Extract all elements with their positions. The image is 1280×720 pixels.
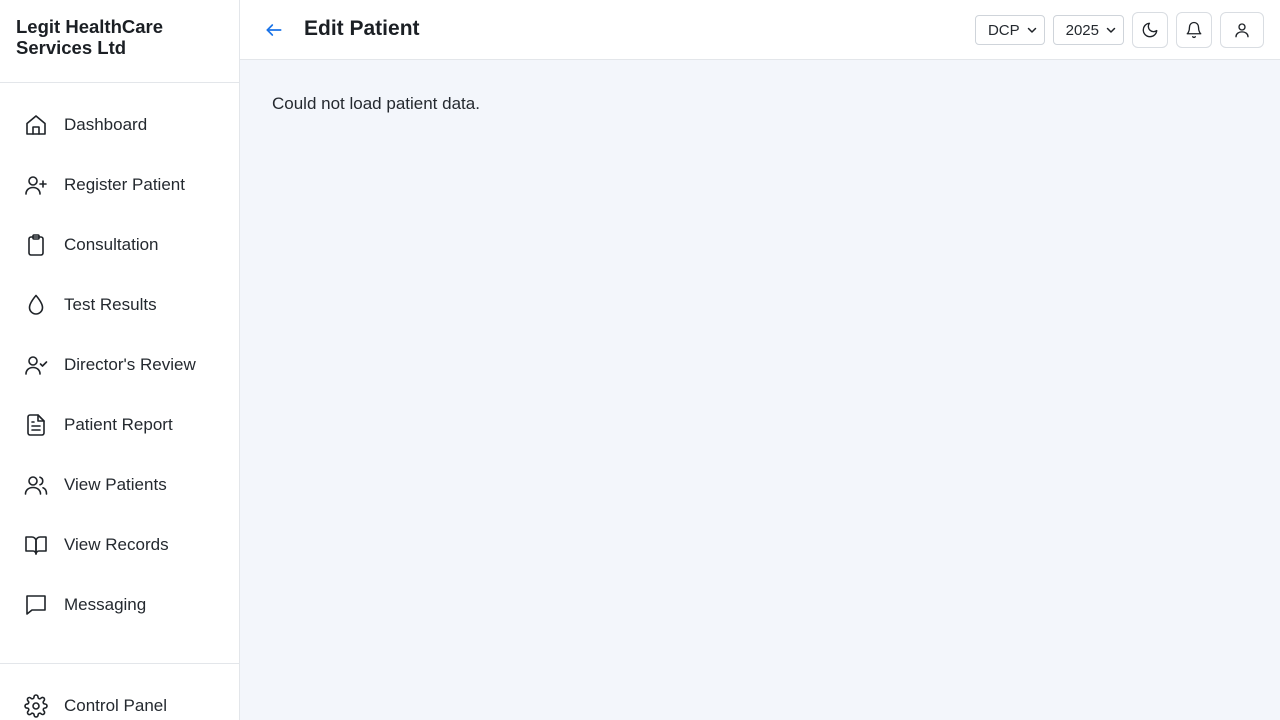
- sidebar-item-label: Register Patient: [64, 175, 185, 194]
- message-square-icon: [24, 593, 48, 617]
- sidebar-item-view-records[interactable]: View Records: [0, 515, 239, 575]
- file-text-icon: [24, 413, 48, 437]
- sidebar-item-label: Director's Review: [64, 355, 196, 374]
- sidebar-item-messaging[interactable]: Messaging: [0, 575, 239, 635]
- page-title: Edit Patient: [304, 17, 420, 40]
- sidebar-item-dashboard[interactable]: Dashboard: [0, 95, 239, 155]
- gear-icon: [24, 694, 48, 718]
- sidebar-item-label: Test Results: [64, 295, 157, 314]
- back-button[interactable]: [262, 18, 286, 42]
- chevron-down-icon: [1026, 24, 1038, 36]
- theme-toggle-button[interactable]: [1132, 12, 1168, 48]
- sidebar-item-consultation[interactable]: Consultation: [0, 215, 239, 275]
- main-content: Could not load patient data.: [240, 60, 1280, 720]
- profile-button[interactable]: [1220, 12, 1264, 48]
- arrow-left-icon: [264, 20, 284, 40]
- droplet-icon: [24, 293, 48, 317]
- site-select-value: DCP: [987, 21, 1020, 39]
- book-open-icon: [24, 533, 48, 557]
- moon-icon: [1141, 21, 1159, 39]
- sidebar-item-label: Dashboard: [64, 115, 148, 134]
- sidebar-item-label: View Patients: [64, 475, 167, 494]
- sidebar-item-patient-report[interactable]: Patient Report: [0, 395, 239, 455]
- user-icon: [1233, 21, 1251, 39]
- sidebar-item-control-panel[interactable]: Control Panel: [0, 676, 239, 720]
- bell-icon: [1185, 21, 1203, 39]
- year-select[interactable]: 2025: [1052, 15, 1124, 45]
- error-message: Could not load patient data.: [272, 94, 480, 113]
- sidebar-item-directors-review[interactable]: Director's Review: [0, 335, 239, 395]
- top-header: Edit Patient DCP 2025: [240, 0, 1280, 60]
- sidebar-item-label: View Records: [64, 535, 169, 554]
- sidebar-bottom: Control Panel: [0, 676, 239, 720]
- chevron-down-icon: [1105, 24, 1117, 36]
- year-select-value: 2025: [1065, 21, 1099, 39]
- home-icon: [24, 113, 48, 137]
- sidebar-item-label: Messaging: [64, 595, 147, 614]
- notifications-button[interactable]: [1176, 12, 1212, 48]
- clipboard-icon: [24, 233, 48, 257]
- sidebar-item-view-patients[interactable]: View Patients: [0, 455, 239, 515]
- header-controls: DCP 2025: [974, 12, 1264, 48]
- sidebar-item-register-patient[interactable]: Register Patient: [0, 155, 239, 215]
- users-icon: [24, 473, 48, 497]
- user-check-icon: [24, 353, 48, 377]
- sidebar-divider: [0, 663, 239, 664]
- sidebar-item-label: Control Panel: [64, 696, 168, 715]
- sidebar-nav: Dashboard Register Patient Consultation …: [0, 95, 239, 635]
- site-select[interactable]: DCP: [974, 15, 1045, 45]
- sidebar-item-label: Consultation: [64, 235, 159, 254]
- user-plus-icon: [24, 173, 48, 197]
- sidebar: Legit HealthCare Services Ltd Dashboard …: [0, 0, 240, 720]
- sidebar-item-test-results[interactable]: Test Results: [0, 275, 239, 335]
- sidebar-item-label: Patient Report: [64, 415, 173, 434]
- brand-name: Legit HealthCare Services Ltd: [0, 0, 239, 83]
